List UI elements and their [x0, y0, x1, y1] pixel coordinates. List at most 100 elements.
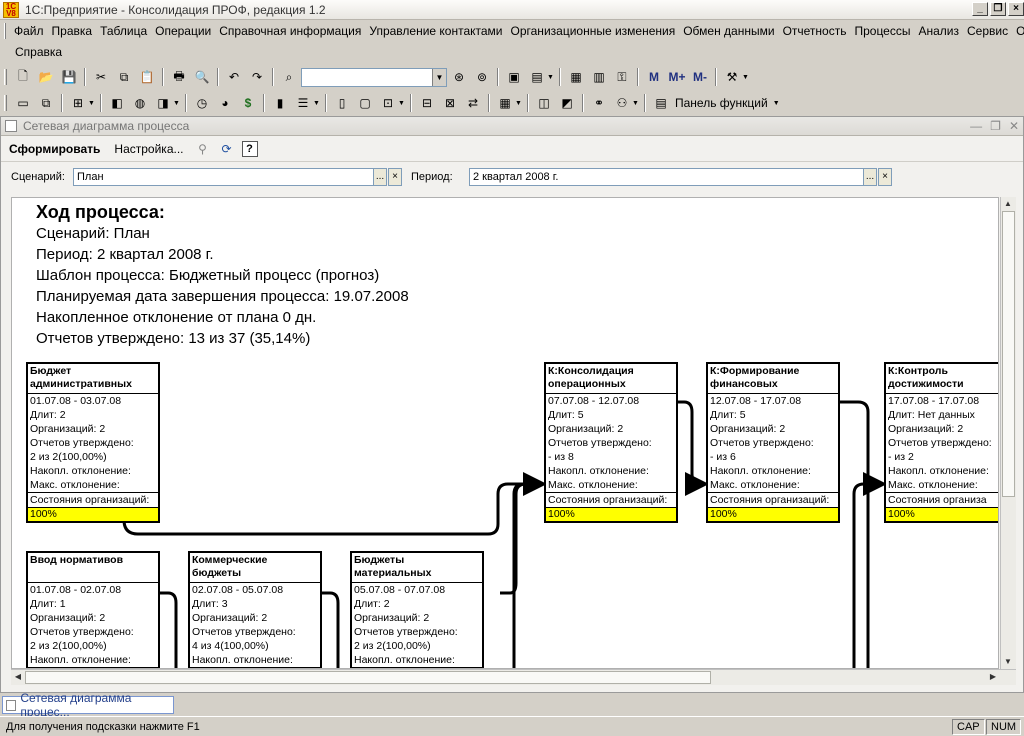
find-prev-icon[interactable]: ⊚: [471, 67, 493, 87]
scroll-up-icon[interactable]: ▲: [1001, 197, 1015, 211]
period-select-button[interactable]: ...: [863, 168, 877, 186]
scenario-field[interactable]: План: [73, 168, 375, 186]
doc-minimize-icon[interactable]: —: [970, 119, 982, 133]
refresh-icon[interactable]: ⟳: [218, 139, 236, 159]
menu-help[interactable]: Справка: [11, 45, 66, 59]
cut-icon[interactable]: ✂: [90, 67, 112, 87]
horizontal-scrollbar[interactable]: ◀ ▶: [11, 669, 1016, 685]
globe-icon[interactable]: ◕: [214, 93, 236, 113]
tree-icon[interactable]: ⊞: [67, 93, 89, 113]
scroll-down-icon[interactable]: ▼: [1001, 655, 1015, 669]
redo-icon[interactable]: ↷: [246, 67, 268, 87]
doc-restore-icon[interactable]: ❐: [990, 119, 1001, 133]
period-field[interactable]: 2 квартал 2008 г.: [469, 168, 865, 186]
new-document-icon[interactable]: 🗋: [12, 67, 34, 87]
menu-reporting[interactable]: Отчетность: [779, 24, 851, 38]
menu-table[interactable]: Таблица: [96, 24, 151, 38]
vertical-scroll-thumb[interactable]: [1002, 211, 1015, 497]
process-node[interactable]: Бюджеты материальных 05.07.08 - 07.07.08 Дл…: [350, 551, 484, 668]
close-button[interactable]: ×: [1008, 2, 1024, 16]
image-icon[interactable]: ◫: [533, 93, 555, 113]
catalog-icon[interactable]: ◧: [106, 93, 128, 113]
generate-button[interactable]: Сформировать: [5, 140, 104, 158]
hierarchy-icon[interactable]: ⊠: [439, 93, 461, 113]
memory-minus-icon[interactable]: M-: [689, 67, 711, 87]
paste-icon[interactable]: 📋: [136, 67, 158, 87]
settings-button[interactable]: Настройка...: [110, 140, 187, 158]
menu-file[interactable]: Файл: [10, 24, 48, 38]
chevron-down-icon[interactable]: ▼: [313, 100, 321, 107]
find-next-icon[interactable]: ⊛: [448, 67, 470, 87]
undo-icon[interactable]: ↶: [223, 67, 245, 87]
database-icon[interactable]: ◍: [129, 93, 151, 113]
scenario-select-button[interactable]: ...: [373, 168, 387, 186]
report-sheet[interactable]: Ход процесса: Сценарий: План Период: 2 к…: [11, 197, 999, 669]
stack-icon[interactable]: ◨: [152, 93, 174, 113]
chevron-down-icon[interactable]: ▼: [632, 100, 640, 107]
scroll-left-icon[interactable]: ◀: [11, 670, 25, 684]
minimize-button[interactable]: _: [972, 2, 988, 16]
book-icon[interactable]: ▮: [269, 93, 291, 113]
chevron-down-icon[interactable]: ▼: [773, 100, 781, 107]
toolbar-grip[interactable]: [4, 69, 7, 85]
tools-icon[interactable]: ⚒: [721, 67, 743, 87]
functions-panel-icon[interactable]: ▤: [650, 93, 672, 113]
copy-list-icon[interactable]: ⧉: [35, 93, 57, 113]
menu-grip[interactable]: [4, 22, 6, 39]
preview-icon[interactable]: 🔍: [191, 67, 213, 87]
windows-icon[interactable]: ▣: [503, 67, 525, 87]
binoculars-icon[interactable]: ⌕: [278, 67, 300, 87]
transfer-icon[interactable]: ⇄: [462, 93, 484, 113]
chevron-down-icon[interactable]: ▼: [88, 100, 96, 107]
chevron-down-icon[interactable]: ▼: [173, 100, 181, 107]
report-icon[interactable]: ▯: [331, 93, 353, 113]
picture-icon[interactable]: ◩: [556, 93, 578, 113]
menu-windows[interactable]: Окна: [1012, 24, 1024, 38]
process-node[interactable]: К:Консолидация операционных 07.07.08 - 12.…: [544, 362, 678, 523]
network-icon[interactable]: ⚭: [588, 93, 610, 113]
memory-plus-icon[interactable]: M+: [666, 67, 688, 87]
process-node[interactable]: К:Формирование финансовых 12.07.08 - 17.07…: [706, 362, 840, 523]
document-list-icon[interactable]: ▭: [12, 93, 34, 113]
print-icon[interactable]: 🖶: [168, 67, 190, 87]
vertical-scrollbar[interactable]: ▲ ▼: [1000, 197, 1016, 669]
filter-icon[interactable]: ⚲: [194, 139, 212, 159]
user-key-icon[interactable]: ⚿: [611, 67, 633, 87]
menu-processes[interactable]: Процессы: [850, 24, 914, 38]
clock-icon[interactable]: ◷: [191, 93, 213, 113]
open-icon[interactable]: 📂: [35, 67, 57, 87]
period-clear-button[interactable]: ×: [878, 168, 892, 186]
save-icon[interactable]: 💾: [58, 67, 80, 87]
restore-button[interactable]: ❐: [990, 2, 1006, 16]
menu-edit[interactable]: Правка: [48, 24, 97, 38]
process-node[interactable]: Бюджет административных 01.07.08 - 03.07.0…: [26, 362, 160, 523]
briefcase-icon[interactable]: ⊡: [377, 93, 399, 113]
task-tab-network-diagram[interactable]: Сетевая диаграмма процес...: [2, 691, 174, 719]
chevron-down-icon[interactable]: ▼: [742, 74, 750, 81]
horizontal-scroll-thumb[interactable]: [25, 671, 711, 684]
currency-icon[interactable]: $: [237, 93, 259, 113]
grid-icon[interactable]: ▦: [494, 93, 516, 113]
scroll-right-icon[interactable]: ▶: [986, 670, 1000, 684]
menu-org-changes[interactable]: Организационные изменения: [507, 24, 680, 38]
layers-icon[interactable]: ☰: [292, 93, 314, 113]
process-node[interactable]: К:Контроль достижимости 17.07.08 - 17.07.0…: [884, 362, 998, 523]
chevron-down-icon[interactable]: ▼: [547, 74, 555, 81]
calendar-icon[interactable]: ▤: [526, 67, 548, 87]
toolbar-grip[interactable]: [4, 95, 7, 111]
menu-contacts[interactable]: Управление контактами: [365, 24, 506, 38]
menu-data-exchange[interactable]: Обмен данными: [679, 24, 778, 38]
menu-reference[interactable]: Справочная информация: [215, 24, 365, 38]
copy-icon[interactable]: ⧉: [113, 67, 135, 87]
process-node[interactable]: Ввод нормативов 01.07.08 - 02.07.08 Длит: …: [26, 551, 160, 668]
process-node[interactable]: Коммерческие бюджеты 02.07.08 - 05.07.08 Дл…: [188, 551, 322, 668]
menu-operations[interactable]: Операции: [151, 24, 215, 38]
chevron-down-icon[interactable]: ▼: [515, 100, 523, 107]
calculator-icon[interactable]: ▦: [565, 67, 587, 87]
menu-service[interactable]: Сервис: [963, 24, 1012, 38]
structure-icon[interactable]: ⊟: [416, 93, 438, 113]
calendar-grid-icon[interactable]: ▥: [588, 67, 610, 87]
chevron-down-icon[interactable]: ▼: [432, 68, 446, 86]
doc-close-icon[interactable]: ✕: [1009, 119, 1019, 133]
chevron-down-icon[interactable]: ▼: [398, 100, 406, 107]
